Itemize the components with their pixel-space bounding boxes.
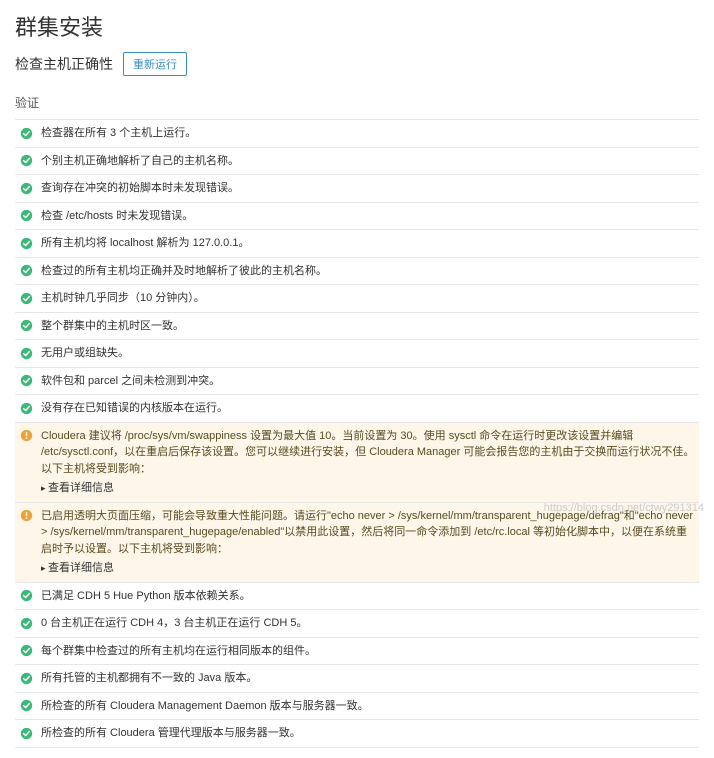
- subtitle: 检查主机正确性: [15, 54, 113, 74]
- verify-item: 检查器在所有 3 个主机上运行。: [15, 119, 699, 148]
- page-title: 群集安装: [15, 10, 699, 42]
- verify-item-text: 软件包和 parcel 之间未检测到冲突。: [41, 373, 695, 390]
- verify-item: 已启用透明大页面压缩，可能会导致重大性能问题。请运行"echo never > …: [15, 503, 699, 583]
- check-icon: [19, 154, 33, 168]
- verify-item: 所检查的所有 Cloudera Management Daemon 版本与服务器…: [15, 693, 699, 721]
- subtitle-row: 检查主机正确性 重新运行: [15, 52, 699, 76]
- check-icon: [19, 291, 33, 305]
- detail-toggle[interactable]: 查看详细信息: [41, 480, 695, 497]
- detail-toggle[interactable]: 查看详细信息: [41, 560, 695, 577]
- verify-list: 检查器在所有 3 个主机上运行。个别主机正确地解析了自己的主机名称。查询存在冲突…: [15, 119, 699, 748]
- verify-item: 0 台主机正在运行 CDH 4，3 台主机正在运行 CDH 5。: [15, 610, 699, 638]
- verify-item: 所检查的所有 Cloudera 管理代理版本与服务器一致。: [15, 720, 699, 748]
- watermark: https://blog.csdn.net/ctwy291314: [544, 502, 704, 514]
- verify-item-text: 所有主机均将 localhost 解析为 127.0.0.1。: [41, 235, 695, 252]
- verify-item-text: 没有存在已知错误的内核版本在运行。: [41, 400, 695, 417]
- check-icon: [19, 589, 33, 603]
- verify-item: 主机时钟几乎同步（10 分钟内）。: [15, 285, 699, 313]
- check-icon: [19, 319, 33, 333]
- warn-icon: [19, 429, 33, 443]
- check-icon: [19, 181, 33, 195]
- verify-item-text: 已满足 CDH 5 Hue Python 版本依赖关系。: [41, 588, 695, 605]
- verify-item: 检查过的所有主机均正确并及时地解析了彼此的主机名称。: [15, 258, 699, 286]
- check-icon: [19, 644, 33, 658]
- check-icon: [19, 726, 33, 740]
- verify-item-text: 所有托管的主机都拥有不一致的 Java 版本。: [41, 670, 695, 687]
- check-icon: [19, 401, 33, 415]
- check-icon: [19, 699, 33, 713]
- verify-item-text: 检查器在所有 3 个主机上运行。: [41, 125, 695, 142]
- check-icon: [19, 616, 33, 630]
- verify-item-text: 个别主机正确地解析了自己的主机名称。: [41, 153, 695, 170]
- verify-item: 查询存在冲突的初始脚本时未发现错误。: [15, 175, 699, 203]
- verify-item: 个别主机正确地解析了自己的主机名称。: [15, 148, 699, 176]
- verify-item: 整个群集中的主机时区一致。: [15, 313, 699, 341]
- verify-item-text: 主机时钟几乎同步（10 分钟内）。: [41, 290, 695, 307]
- verify-item: 每个群集中检查过的所有主机均在运行相同版本的组件。: [15, 638, 699, 666]
- check-icon: [19, 671, 33, 685]
- verify-item: 无用户或组缺失。: [15, 340, 699, 368]
- verify-item-text: 检查过的所有主机均正确并及时地解析了彼此的主机名称。: [41, 263, 695, 280]
- verify-item-text: 所检查的所有 Cloudera 管理代理版本与服务器一致。: [41, 725, 695, 742]
- verify-item-text: 无用户或组缺失。: [41, 345, 695, 362]
- check-icon: [19, 236, 33, 250]
- verify-item-text: 查询存在冲突的初始脚本时未发现错误。: [41, 180, 695, 197]
- verify-item-text: 所检查的所有 Cloudera Management Daemon 版本与服务器…: [41, 698, 695, 715]
- check-icon: [19, 209, 33, 223]
- verify-item-text: 检查 /etc/hosts 时未发现错误。: [41, 208, 695, 225]
- check-icon: [19, 264, 33, 278]
- verify-item: 没有存在已知错误的内核版本在运行。: [15, 395, 699, 423]
- verify-item: 所有托管的主机都拥有不一致的 Java 版本。: [15, 665, 699, 693]
- verify-item-text: Cloudera 建议将 /proc/sys/vm/swappiness 设置为…: [41, 428, 695, 497]
- section-label: 验证: [15, 94, 699, 111]
- verify-item: 检查 /etc/hosts 时未发现错误。: [15, 203, 699, 231]
- verify-item: 已满足 CDH 5 Hue Python 版本依赖关系。: [15, 583, 699, 611]
- verify-item-text: 每个群集中检查过的所有主机均在运行相同版本的组件。: [41, 643, 695, 660]
- check-icon: [19, 374, 33, 388]
- rerun-button[interactable]: 重新运行: [123, 52, 187, 76]
- verify-item-text: 整个群集中的主机时区一致。: [41, 318, 695, 335]
- check-icon: [19, 346, 33, 360]
- verify-item: 所有主机均将 localhost 解析为 127.0.0.1。: [15, 230, 699, 258]
- verify-item-text: 0 台主机正在运行 CDH 4，3 台主机正在运行 CDH 5。: [41, 615, 695, 632]
- verify-item: Cloudera 建议将 /proc/sys/vm/swappiness 设置为…: [15, 423, 699, 503]
- check-icon: [19, 126, 33, 140]
- warn-icon: [19, 509, 33, 523]
- verify-item: 软件包和 parcel 之间未检测到冲突。: [15, 368, 699, 396]
